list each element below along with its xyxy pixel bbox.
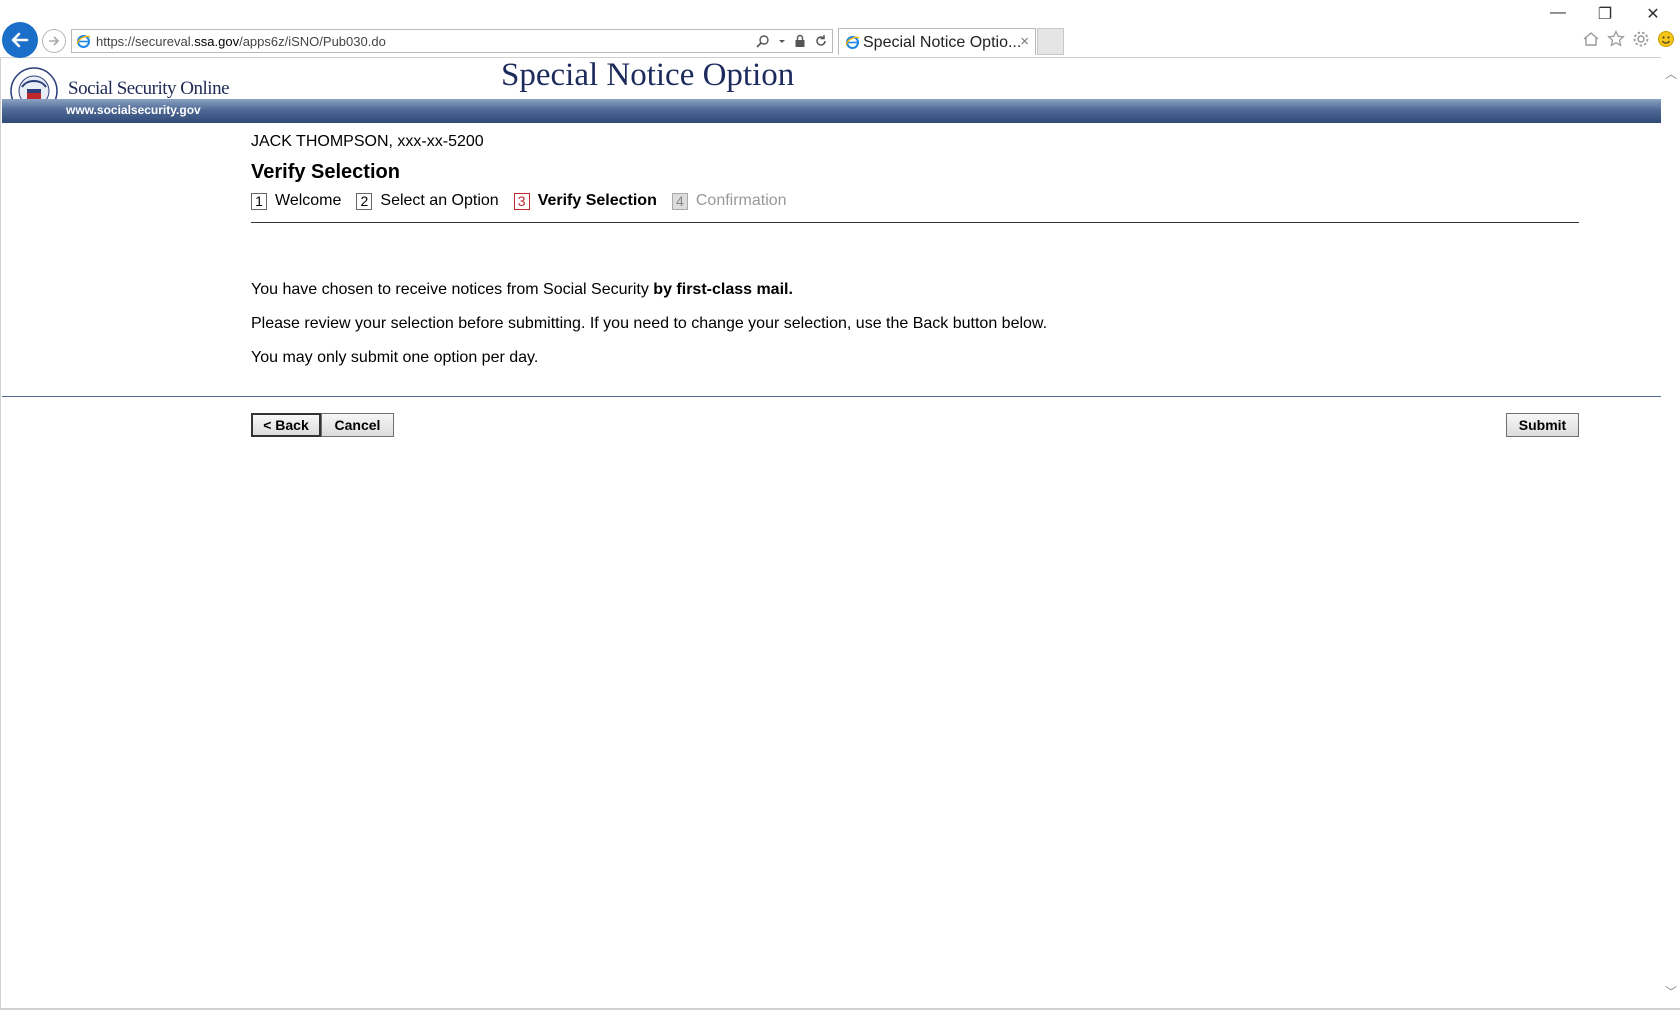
back-button[interactable]: < Back [251, 413, 321, 437]
step-number: 3 [513, 192, 530, 210]
user-name: JACK THOMPSON, [251, 133, 393, 150]
tab-title: Special Notice Optio... [863, 34, 1022, 51]
page-title: Special Notice Option [501, 57, 795, 93]
selected-method: by first-class mail. [653, 281, 793, 298]
back-button[interactable] [2, 22, 38, 58]
user-identity: JACK THOMPSON, xxx-xx-5200 [251, 133, 484, 151]
close-window-button[interactable]: ✕ [1633, 4, 1673, 24]
ie-icon [845, 35, 860, 55]
chevron-down-icon[interactable] [778, 34, 786, 48]
user-ssn: xxx-xx-5200 [397, 133, 484, 150]
page-left-border [0, 57, 1, 1008]
forward-button[interactable] [42, 29, 66, 53]
url-text: https://secureval.ssa.gov/apps6z/iSNO/Pu… [96, 34, 386, 49]
gear-icon[interactable] [1632, 30, 1650, 48]
favorites-star-icon[interactable] [1607, 30, 1625, 48]
new-tab-button[interactable] [1037, 28, 1064, 55]
header-banner [2, 99, 1661, 123]
step-number: 2 [356, 192, 373, 210]
arrow-left-icon [11, 32, 29, 48]
browser-toolbar: https://secureval.ssa.gov/apps6z/iSNO/Pu… [0, 0, 1680, 58]
footer-divider [2, 396, 1661, 397]
step-label: Confirmation [695, 192, 787, 209]
scroll-down-icon[interactable]: ﹀ [1665, 983, 1677, 1000]
step-verify-selection: 3 Verify Selection [513, 192, 657, 210]
arrow-right-icon [49, 36, 60, 46]
address-bar[interactable]: https://secureval.ssa.gov/apps6z/iSNO/Pu… [71, 29, 833, 53]
search-icon[interactable] [756, 34, 770, 48]
home-icon[interactable] [1582, 30, 1600, 48]
step-number: 4 [671, 192, 688, 210]
step-label: Select an Option [380, 192, 499, 209]
step-label: Welcome [275, 192, 342, 209]
minimize-button[interactable]: — [1538, 4, 1578, 22]
restore-button[interactable]: ❐ [1585, 4, 1625, 24]
step-confirmation: 4 Confirmation [671, 192, 787, 210]
site-name: Social Security Online [68, 78, 230, 99]
step-select-option: 2 Select an Option [356, 192, 499, 210]
cancel-button[interactable]: Cancel [321, 413, 394, 437]
lock-icon[interactable] [794, 34, 806, 48]
browser-tab[interactable]: Special Notice Optio... × [838, 28, 1036, 55]
section-heading: Verify Selection [251, 161, 400, 183]
progress-steps: 1 Welcome 2 Select an Option 3 Verify Se… [251, 192, 802, 210]
tab-close-icon[interactable]: × [1020, 33, 1029, 50]
refresh-icon[interactable] [814, 34, 828, 48]
review-instructions: Please review your selection before subm… [251, 315, 1048, 332]
divider [251, 222, 1579, 223]
step-welcome: 1 Welcome [251, 192, 341, 210]
ie-icon [76, 34, 91, 54]
step-label: Verify Selection [537, 192, 657, 209]
submit-limit-note: You may only submit one option per day. [251, 349, 539, 366]
vertical-scrollbar[interactable]: ︿ ﹀ [1661, 57, 1680, 1008]
scroll-up-icon[interactable]: ︿ [1665, 65, 1677, 82]
smiley-feedback-icon[interactable] [1657, 30, 1675, 48]
selection-summary: You have chosen to receive notices from … [251, 281, 793, 298]
step-number: 1 [251, 192, 267, 210]
submit-button[interactable]: Submit [1506, 413, 1579, 437]
banner-url-link[interactable]: www.socialsecurity.gov [66, 103, 201, 117]
ssa-page: Social Security Online Special Notice Op… [2, 57, 1661, 1008]
